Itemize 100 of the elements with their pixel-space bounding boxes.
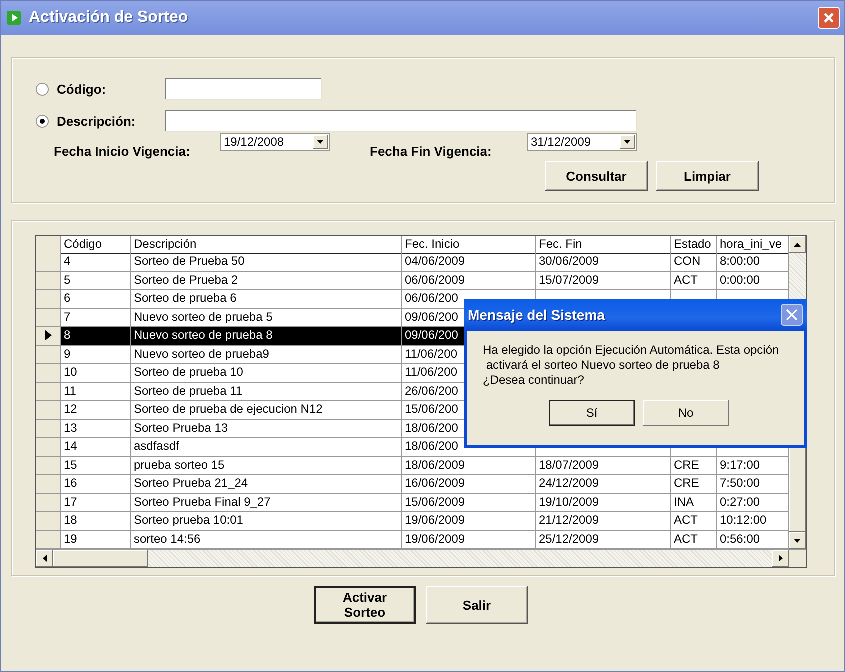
table-cell: 13 <box>61 420 131 438</box>
button[interactable]: Salir <box>426 586 528 624</box>
table-cell: 10 <box>61 364 131 382</box>
table-cell: 18/07/2009 <box>536 456 671 475</box>
row-pointer-icon <box>44 330 52 342</box>
close-icon <box>786 309 798 321</box>
date-dropdown[interactable]: 19/12/2008 <box>220 133 330 151</box>
table-cell: Nuevo sorteo de prueba9 <box>131 346 402 364</box>
table-row[interactable]: 15 prueba sorteo 15 18/06/2009 18/07/2009 CRE 9:17:00 <box>36 456 789 475</box>
table-cell: Sorteo Prueba 21_24 <box>131 475 402 494</box>
table-cell: 18/06/2009 <box>402 456 536 475</box>
table-cell: 12 <box>61 401 131 420</box>
table-row[interactable]: 5 Sorteo de Prueba 2 06/06/2009 15/07/2009 ACT 0:00:00 <box>36 272 789 290</box>
table-row[interactable]: 16 Sorteo Prueba 21_24 16/06/2009 24/12/2009 CRE 7:50:00 <box>36 475 789 494</box>
radio-label: Descripción: <box>57 114 137 128</box>
table-cell: 16 <box>61 475 131 494</box>
field-label: Fecha Fin Vigencia: <box>370 144 493 159</box>
table-cell: Sorteo Prueba Final 9_27 <box>131 494 402 512</box>
table-row[interactable]: 4 Sorteo de Prueba 50 04/06/2009 30/06/2009 CON 8:00:00 <box>36 253 789 272</box>
table-cell: Sorteo de prueba 11 <box>131 382 402 401</box>
table-row[interactable]: 18 Sorteo prueba 10:01 19/06/2009 21/12/2009 ACT 10:12:00 <box>36 512 789 530</box>
column-header[interactable]: Fec. Fin <box>536 236 671 254</box>
table-cell: Sorteo de prueba 10 <box>131 364 402 382</box>
table-cell: 21/12/2009 <box>536 512 671 530</box>
date-dropdown[interactable]: 31/12/2009 <box>527 133 637 151</box>
table-cell: 19/06/2009 <box>402 530 536 549</box>
scroll-left-icon[interactable] <box>42 555 46 562</box>
button[interactable]: Activar Sorteo <box>314 586 416 624</box>
table-cell: 30/06/2009 <box>536 253 671 272</box>
scrollbar[interactable] <box>36 549 806 567</box>
table-cell: 19/06/2009 <box>402 512 536 530</box>
scroll-left-button[interactable] <box>36 550 53 567</box>
input-field[interactable] <box>165 110 637 132</box>
scroll-right-icon[interactable] <box>778 555 782 562</box>
table-cell: 4 <box>61 253 131 272</box>
close-icon <box>823 12 835 24</box>
button[interactable]: Consultar <box>545 161 648 191</box>
button[interactable]: Limpiar <box>656 161 759 191</box>
input-field[interactable] <box>165 78 322 100</box>
scroll-up-button[interactable] <box>789 236 806 253</box>
table-cell: 6 <box>61 290 131 308</box>
table-cell: Sorteo de Prueba 50 <box>131 253 402 272</box>
radio-button[interactable] <box>36 114 49 128</box>
radio-label: Código: <box>57 82 108 96</box>
row-header <box>36 236 61 254</box>
table-cell: 15/07/2009 <box>536 272 671 290</box>
table-cell: Sorteo prueba 10:01 <box>131 512 402 530</box>
table-cell: ACT <box>671 512 717 530</box>
table-cell: 17 <box>61 494 131 512</box>
table-cell: CRE <box>671 475 717 494</box>
scroll-thumb[interactable] <box>53 550 148 567</box>
table-cell: asdfasdf <box>131 438 402 456</box>
column-header[interactable]: hora_ini_ve <box>717 236 789 254</box>
row-header[interactable] <box>36 327 61 346</box>
table-cell: Sorteo de Prueba 2 <box>131 272 402 290</box>
table-cell: 19/10/2009 <box>536 494 671 512</box>
table-cell: 15/06/2009 <box>402 494 536 512</box>
radio-button[interactable] <box>36 82 49 96</box>
dropdown-arrow-icon <box>624 140 631 144</box>
column-header[interactable]: Estado <box>671 236 717 254</box>
button[interactable]: Sí <box>549 400 635 426</box>
dropdown-arrow-icon <box>317 140 324 144</box>
table-cell: CON <box>671 253 717 272</box>
table-cell: 24/12/2009 <box>536 475 671 494</box>
close-button[interactable] <box>781 304 803 326</box>
scroll-up-icon[interactable] <box>794 242 801 246</box>
window-title: Activación de Sorteo <box>29 9 190 27</box>
table-cell: 5 <box>61 272 131 290</box>
scroll-down-icon[interactable] <box>794 538 801 542</box>
table-cell: Sorteo de prueba 6 <box>131 290 402 308</box>
button[interactable]: No <box>643 400 729 426</box>
table-cell: 15 <box>61 456 131 475</box>
table-cell: INA <box>671 494 717 512</box>
table-cell: 19 <box>61 530 131 549</box>
field-label: Fecha Inicio Vigencia: <box>54 144 192 159</box>
table-row[interactable]: 17 Sorteo Prueba Final 9_27 15/06/2009 19/10/2009 INA 0:27:00 <box>36 494 789 512</box>
table-cell: prueba sorteo 15 <box>131 456 402 475</box>
column-header[interactable]: Fec. Inicio <box>402 236 536 254</box>
column-header[interactable]: Descripción <box>131 236 402 254</box>
column-header[interactable]: Código <box>61 236 131 254</box>
table-row[interactable]: 19 sorteo 14:56 19/06/2009 25/12/2009 ACT 0:56:00 <box>36 530 789 549</box>
table-cell: Nuevo sorteo de prueba 8 <box>131 327 402 346</box>
table-cell: 06/06/2009 <box>402 272 536 290</box>
table-cell: 9 <box>61 346 131 364</box>
table-cell: ACT <box>671 272 717 290</box>
table-cell: Sorteo Prueba 13 <box>131 420 402 438</box>
table-cell: sorteo 14:56 <box>131 530 402 549</box>
table-cell: Sorteo de prueba de ejecucion N12 <box>131 401 402 420</box>
table-cell: 14 <box>61 438 131 456</box>
table-cell: ACT <box>671 530 717 549</box>
table-cell: 25/12/2009 <box>536 530 671 549</box>
table-cell: 11 <box>61 382 131 401</box>
scroll-right-button[interactable] <box>772 550 789 567</box>
table-cell: CRE <box>671 456 717 475</box>
table-cell: 16/06/2009 <box>402 475 536 494</box>
table-cell: 04/06/2009 <box>402 253 536 272</box>
scrollbar-corner <box>789 550 806 567</box>
scroll-down-button[interactable] <box>789 532 806 549</box>
app-icon <box>7 11 21 25</box>
table-cell: 18 <box>61 512 131 530</box>
